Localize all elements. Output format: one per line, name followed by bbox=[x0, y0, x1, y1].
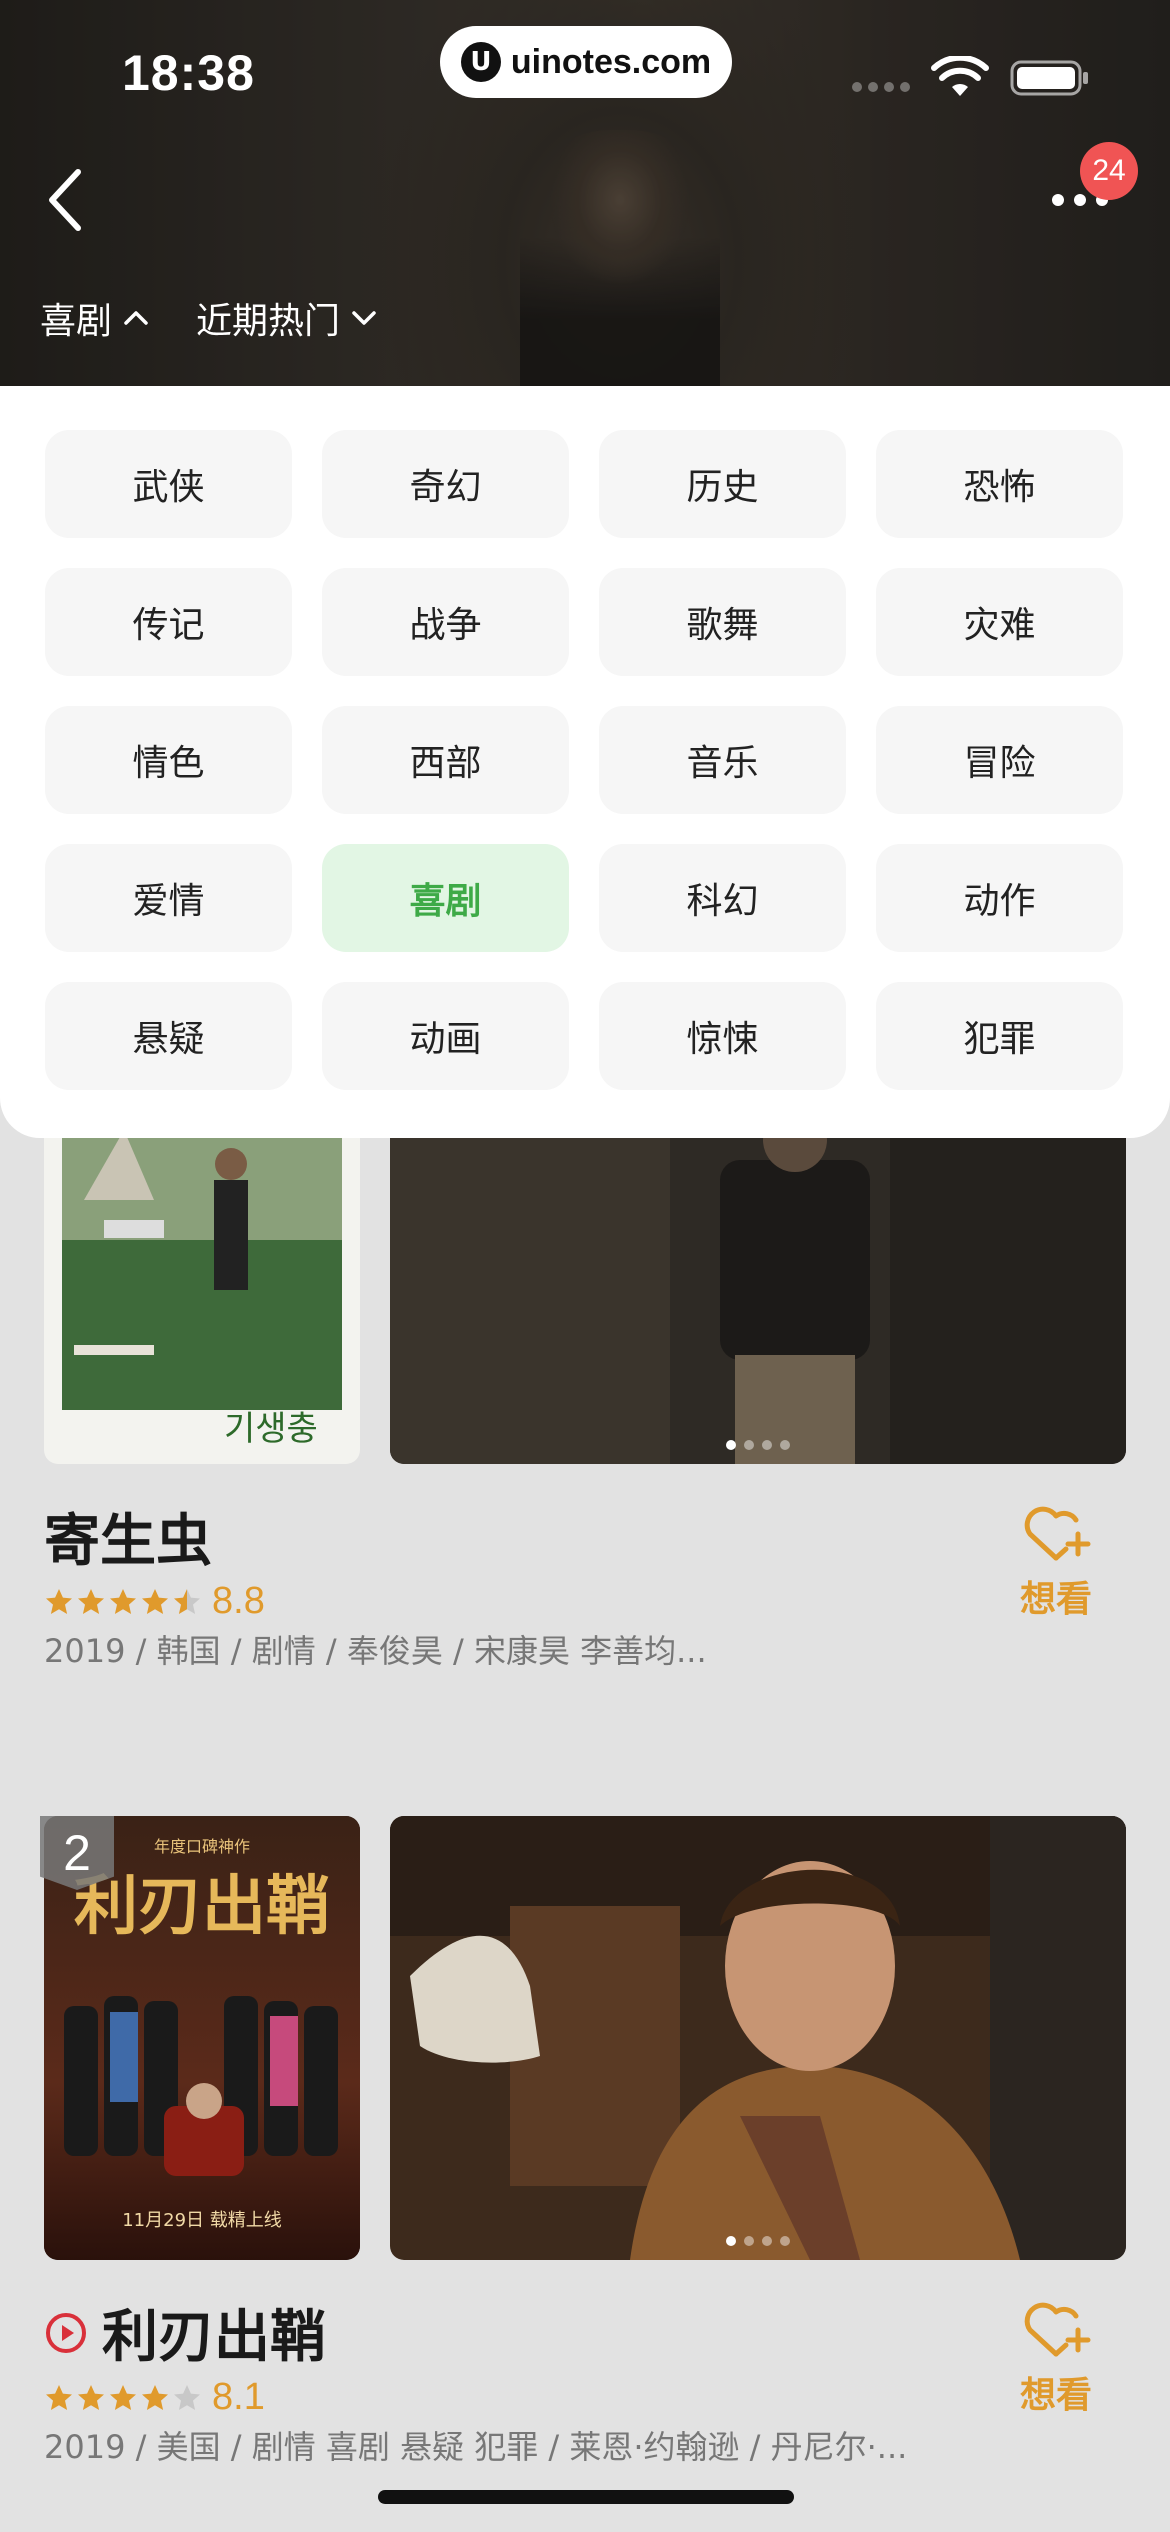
rating-score: 8.8 bbox=[212, 1580, 265, 1622]
carousel-dots bbox=[726, 2236, 790, 2246]
sort-filter[interactable]: 近期热门 bbox=[196, 292, 380, 344]
heart-plus-icon bbox=[1024, 2302, 1091, 2357]
star-icon bbox=[78, 1588, 104, 1614]
genre-chip[interactable]: 音乐 bbox=[599, 706, 846, 814]
want-label: 想看 bbox=[1019, 1579, 1092, 1620]
carousel-dots bbox=[726, 1440, 790, 1450]
star-rating bbox=[44, 1587, 202, 1617]
poster-date: 11月29日 载精上线 bbox=[122, 2210, 282, 2231]
want-to-watch-button[interactable]: 想看 bbox=[1006, 2300, 1106, 2418]
star-icon bbox=[46, 1588, 72, 1614]
rating-row: 8.1 bbox=[44, 2376, 265, 2419]
movie-meta: 2019 / 韩国 / 剧情 / 奉俊昊 / 宋康昊 李善均... bbox=[44, 1632, 707, 1670]
uinotes-logo-icon: U bbox=[460, 42, 501, 82]
genre-chip[interactable]: 歌舞 bbox=[599, 568, 846, 676]
still-image bbox=[390, 1100, 1126, 1464]
rank-badge: 2 bbox=[40, 1816, 114, 1890]
genre-chip[interactable]: 动画 bbox=[322, 982, 569, 1090]
genre-chip[interactable]: 传记 bbox=[45, 568, 292, 676]
star-icon bbox=[142, 2384, 168, 2410]
genre-chip[interactable]: 奇幻 bbox=[322, 430, 569, 538]
movie-poster[interactable]: 기생충 bbox=[44, 1100, 360, 1464]
rating-score: 8.1 bbox=[212, 2376, 265, 2418]
star-icon bbox=[110, 2384, 136, 2410]
play-circle-icon[interactable] bbox=[44, 2311, 88, 2355]
movie-title-text: 利刃出鞘 bbox=[102, 2305, 326, 2370]
back-icon[interactable] bbox=[38, 160, 98, 240]
movie-still[interactable] bbox=[390, 1100, 1126, 1464]
genre-chip[interactable]: 喜剧 bbox=[322, 844, 569, 952]
genre-chip[interactable]: 爱情 bbox=[45, 844, 292, 952]
genre-chip[interactable]: 灾难 bbox=[876, 568, 1123, 676]
genre-chip[interactable]: 情色 bbox=[45, 706, 292, 814]
poster-caption: 기생충 bbox=[224, 1409, 318, 1449]
genre-chip[interactable]: 历史 bbox=[599, 430, 846, 538]
star-icon bbox=[174, 2384, 200, 2410]
cellular-signal-icon bbox=[852, 82, 910, 92]
star-rating bbox=[44, 2383, 202, 2413]
poster-tagline: 年度口碑神作 bbox=[154, 1837, 250, 1856]
genre-chip[interactable]: 动作 bbox=[876, 844, 1123, 952]
genre-grid: 武侠 奇幻 历史 恐怖传记 战争 歌舞 灾难情色 西部 音乐 冒险爱情 喜剧 科幻 动作悬疑 动画 惊悚 犯罪 bbox=[45, 430, 1125, 1090]
star-icon bbox=[46, 2384, 72, 2410]
star-icon bbox=[78, 2384, 104, 2410]
rating-row: 8.8 bbox=[44, 1580, 265, 1623]
genre-chip[interactable]: 悬疑 bbox=[45, 982, 292, 1090]
heart-plus-icon bbox=[1024, 1506, 1091, 1561]
genre-chip[interactable]: 恐怖 bbox=[876, 430, 1123, 538]
wifi-icon bbox=[931, 56, 989, 96]
url-pill[interactable]: U uinotes.com bbox=[440, 26, 732, 98]
star-icon bbox=[142, 1588, 168, 1614]
want-to-watch-button[interactable]: 想看 bbox=[1006, 1504, 1106, 1622]
genre-filter[interactable]: 喜剧 bbox=[40, 292, 152, 344]
chevron-down-icon bbox=[352, 311, 376, 325]
status-bar: 18:38 U uinotes.com bbox=[0, 0, 1170, 140]
poster-title: 利刃出鞘 bbox=[74, 1869, 330, 1944]
genre-chip[interactable]: 战争 bbox=[322, 568, 569, 676]
genre-chip[interactable]: 武侠 bbox=[45, 430, 292, 538]
still-image bbox=[390, 1816, 1126, 2260]
star-icon bbox=[110, 1588, 136, 1614]
genre-chip[interactable]: 惊悚 bbox=[599, 982, 846, 1090]
movie-title[interactable]: 利刃出鞘 bbox=[44, 2292, 326, 2373]
status-time: 18:38 bbox=[122, 45, 255, 101]
genre-filter-label: 喜剧 bbox=[40, 301, 113, 342]
genre-chip[interactable]: 犯罪 bbox=[876, 982, 1123, 1090]
genre-chip[interactable]: 西部 bbox=[322, 706, 569, 814]
star-icon bbox=[174, 1588, 200, 1614]
battery-icon bbox=[1010, 60, 1088, 96]
home-indicator bbox=[378, 2490, 794, 2504]
movie-still[interactable] bbox=[390, 1816, 1126, 2260]
genre-chip[interactable]: 冒险 bbox=[876, 706, 1123, 814]
chevron-up-icon bbox=[124, 311, 148, 325]
filter-row: 喜剧 近期热门 bbox=[40, 292, 380, 344]
url-text: uinotes.com bbox=[510, 42, 712, 81]
want-label: 想看 bbox=[1019, 2375, 1092, 2416]
movie-meta: 2019 / 美国 / 剧情 喜剧 悬疑 犯罪 / 莱恩·约翰逊 / 丹尼尔·.… bbox=[44, 2428, 908, 2466]
movie-title[interactable]: 寄生虫 bbox=[44, 1496, 212, 1577]
notification-badge: 24 bbox=[1080, 142, 1138, 200]
genre-chip[interactable]: 科幻 bbox=[599, 844, 846, 952]
genre-dropdown-panel: 武侠 奇幻 历史 恐怖传记 战争 歌舞 灾难情色 西部 音乐 冒险爱情 喜剧 科幻 动作悬疑 动画 惊悚 犯罪 bbox=[0, 386, 1170, 1138]
sort-filter-label: 近期热门 bbox=[196, 301, 341, 342]
